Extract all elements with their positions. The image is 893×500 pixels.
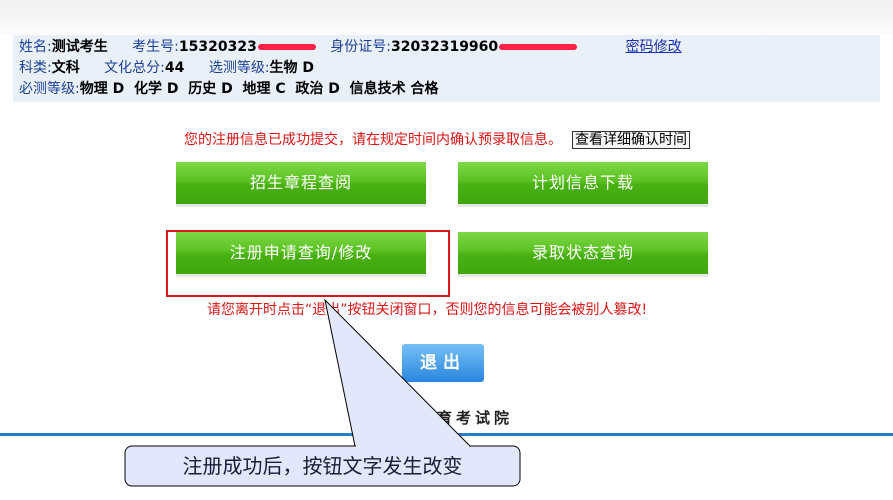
callout-shape <box>124 298 521 487</box>
callout-text: 注册成功后，按钮文字发生改变 <box>182 454 463 478</box>
callout-pointer <box>324 298 472 447</box>
